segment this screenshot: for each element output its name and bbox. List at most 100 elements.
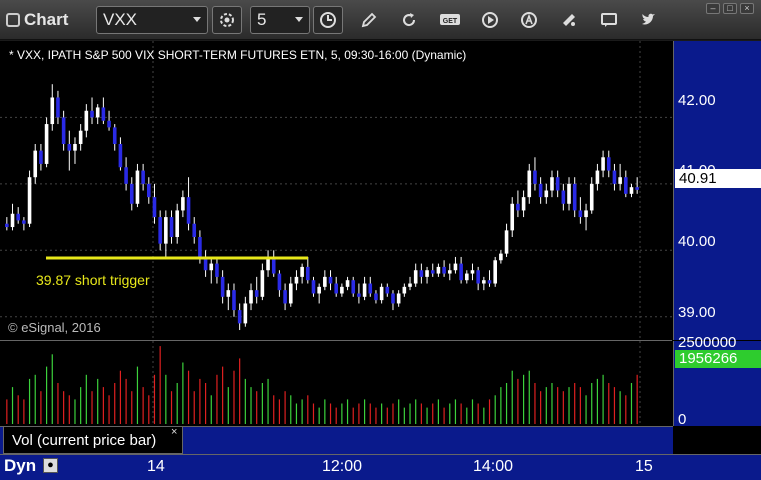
candle-body: [249, 290, 253, 304]
candle-body: [90, 110, 94, 118]
candle-body: [589, 183, 594, 211]
volume-tick-zero: 0: [678, 411, 687, 428]
candle-body: [328, 276, 333, 284]
candle-body: [601, 157, 605, 171]
candle-body: [567, 183, 571, 204]
candle-body: [357, 293, 361, 297]
price-tick-40: 40.00: [678, 233, 716, 250]
candle-body: [181, 197, 185, 211]
candle-body: [232, 290, 236, 311]
candle-body: [413, 270, 418, 284]
candle-body: [237, 310, 242, 324]
candle-body: [606, 157, 611, 171]
candle-body: [243, 303, 248, 324]
candle-body: [124, 167, 128, 184]
candle-body: [260, 270, 265, 297]
candle-body: [67, 143, 72, 151]
candle-body: [39, 150, 43, 164]
candle-body: [516, 203, 520, 211]
candle-body: [56, 97, 60, 118]
candle-body: [402, 286, 407, 294]
candle-body: [152, 197, 157, 218]
candle-body: [351, 280, 356, 294]
candle-body: [629, 187, 634, 194]
candle-body: [129, 183, 134, 204]
candle-body: [112, 127, 117, 144]
time-tick-14: 14: [147, 458, 165, 475]
candle-body: [10, 213, 15, 228]
candle-body: [465, 273, 469, 281]
candle-body: [118, 143, 123, 168]
candle-body: [215, 263, 219, 277]
candle-body: [459, 263, 463, 281]
candle-body: [442, 266, 446, 274]
candle-body: [618, 177, 622, 184]
candle-body: [470, 270, 475, 274]
candle-body: [283, 290, 287, 304]
candle-body: [538, 183, 543, 198]
candle-body: [504, 230, 509, 254]
candle-body: [84, 110, 89, 131]
candle-body: [476, 270, 480, 284]
candle-body: [368, 283, 373, 294]
candle-body: [487, 280, 492, 284]
candle-body: [533, 170, 537, 184]
candle-body: [578, 210, 583, 218]
trigger-annotation: 39.87 short trigger: [36, 272, 150, 288]
candle-body: [362, 283, 367, 297]
time-tick-15: 15: [635, 458, 653, 475]
candle-body: [482, 280, 486, 284]
candle-body: [175, 210, 179, 238]
price-tick-42: 42.00: [678, 92, 716, 109]
volume-study-label[interactable]: Vol (current price bar): [3, 426, 183, 454]
candle-body: [107, 120, 111, 128]
chart-header: * VXX, IPATH S&P 500 VIX SHORT-TERM FUTU…: [9, 48, 467, 62]
candle-body: [226, 290, 231, 297]
candle-body: [425, 270, 429, 277]
candle-body: [544, 190, 549, 198]
candle-body: [345, 280, 350, 287]
candle-body: [612, 170, 617, 184]
candle-body: [379, 286, 384, 301]
candle-body: [33, 150, 38, 178]
candle-body: [22, 220, 26, 224]
candle-body: [317, 286, 321, 294]
candle-body: [323, 276, 327, 287]
candle-body: [499, 253, 503, 261]
candle-body: [430, 270, 435, 274]
candle-body: [396, 293, 401, 304]
candle-body: [453, 263, 458, 271]
last-price-badge: 40.91: [675, 169, 761, 188]
copyright-label: © eSignal, 2016: [8, 320, 101, 335]
candle-body: [220, 276, 225, 297]
candle-body: [73, 143, 77, 151]
candle-body: [624, 177, 628, 194]
candle-body: [340, 286, 344, 294]
candle-body: [493, 260, 497, 284]
candle-body: [334, 283, 338, 294]
candle-body: [595, 170, 600, 184]
candle-body: [44, 124, 49, 164]
candle-body: [288, 283, 293, 304]
candle-body: [254, 290, 259, 297]
candle-body: [436, 266, 441, 274]
dynamic-mode-label[interactable]: Dyn: [4, 456, 36, 476]
candle-body: [408, 283, 412, 287]
candle-body: [277, 273, 282, 291]
candle-body: [27, 177, 32, 224]
time-tick-1400: 14:00: [473, 458, 514, 475]
candle-body: [95, 107, 100, 118]
candle-body: [164, 217, 168, 244]
close-study-icon[interactable]: ×: [171, 426, 177, 438]
candle-body: [135, 170, 140, 204]
candle-body: [306, 266, 310, 281]
lock-icon[interactable]: ●: [43, 458, 58, 473]
candle-body: [550, 177, 554, 191]
volume-tick-max: 2500000: [678, 334, 737, 351]
candle-body: [311, 280, 316, 294]
candle-body: [50, 97, 55, 125]
candle-body: [78, 130, 83, 144]
candle-body: [635, 187, 639, 190]
candle-body: [158, 217, 162, 244]
price-tick-39: 39.00: [678, 304, 716, 321]
